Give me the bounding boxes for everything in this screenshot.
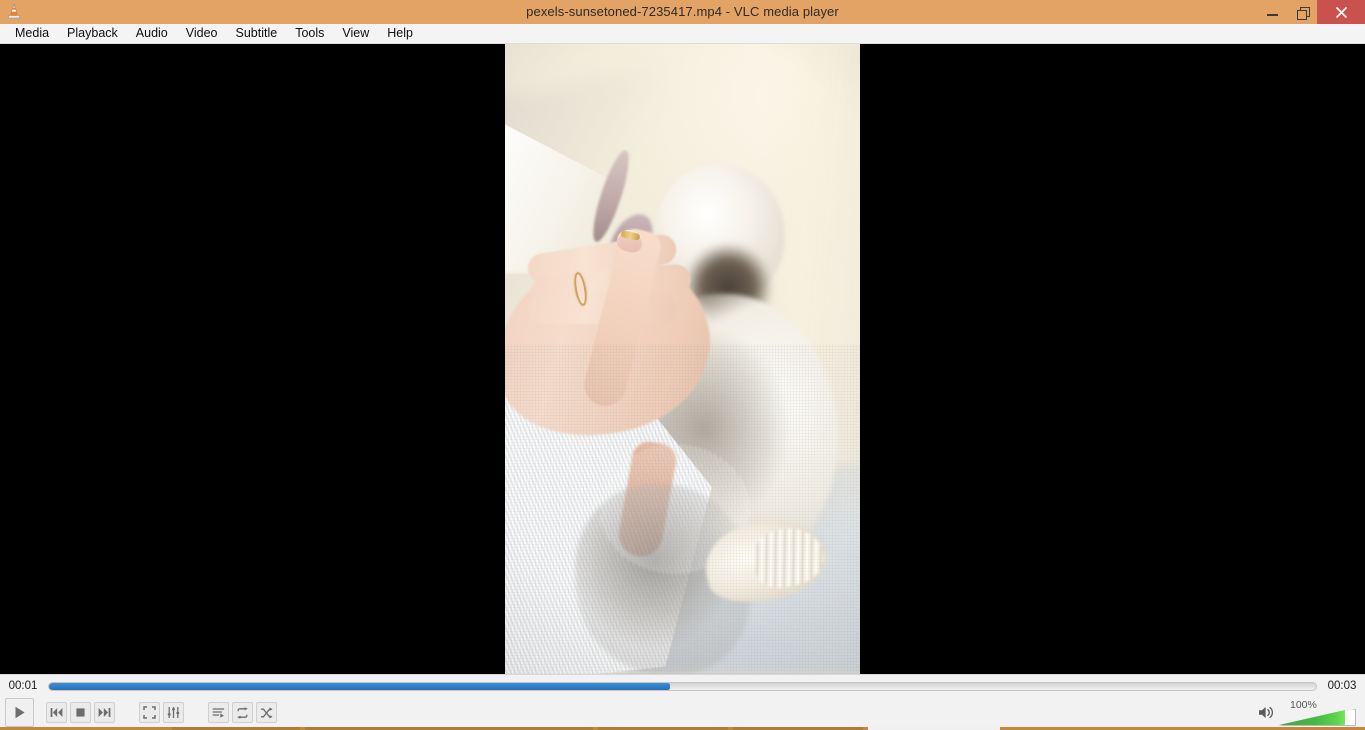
close-icon (1335, 6, 1347, 18)
menu-item-subtitle[interactable]: Subtitle (227, 24, 287, 43)
total-time: 00:03 (1327, 680, 1357, 692)
next-icon (98, 708, 111, 717)
video-frame[interactable] (505, 44, 860, 674)
speaker-icon (1259, 706, 1274, 719)
window-title: pexels-sunsetoned-7235417.mp4 - VLC medi… (526, 4, 839, 19)
restore-icon (1296, 6, 1310, 20)
shuffle-button[interactable] (256, 702, 277, 723)
previous-icon (50, 708, 63, 717)
fullscreen-button[interactable] (139, 702, 160, 723)
play-button[interactable] (5, 698, 34, 727)
menu-item-audio[interactable]: Audio (127, 24, 177, 43)
close-button[interactable] (1317, 0, 1365, 24)
seek-row: 00:01 00:03 (0, 677, 1365, 695)
menu-item-media[interactable]: Media (6, 24, 58, 43)
menu-bar: Media Playback Audio Video Subtitle Tool… (0, 24, 1365, 44)
playlist-icon (212, 707, 225, 718)
transport-controls: 100% (0, 697, 1365, 728)
extended-settings-button[interactable] (163, 702, 184, 723)
menu-item-tools[interactable]: Tools (286, 24, 333, 43)
menu-item-video[interactable]: Video (177, 24, 227, 43)
seek-progress-fill (49, 682, 670, 690)
minimize-button[interactable] (1257, 0, 1287, 24)
speaker-button[interactable] (1258, 705, 1275, 725)
previous-button[interactable] (46, 702, 67, 723)
stop-icon (76, 708, 85, 717)
title-bar[interactable]: pexels-sunsetoned-7235417.mp4 - VLC medi… (0, 0, 1365, 24)
volume-fill (1279, 710, 1345, 725)
menu-item-playback[interactable]: Playback (58, 24, 127, 43)
playlist-button[interactable] (208, 702, 229, 723)
video-surface[interactable] (0, 44, 1365, 674)
control-bar: 00:01 00:03 100% (0, 674, 1365, 727)
volume-controls: 100% (1258, 697, 1365, 728)
seek-slider[interactable] (48, 681, 1317, 691)
elapsed-time: 00:01 (8, 680, 38, 692)
menu-item-help[interactable]: Help (378, 24, 422, 43)
fullscreen-icon (143, 706, 156, 719)
minimize-icon (1266, 13, 1278, 16)
video-vignette (505, 44, 860, 674)
play-icon (15, 706, 25, 719)
menu-item-view[interactable]: View (333, 24, 378, 43)
vlc-cone-icon (5, 3, 23, 21)
volume-slider[interactable]: 100% (1278, 699, 1356, 728)
restore-button[interactable] (1287, 0, 1317, 24)
volume-percent-label: 100% (1290, 699, 1317, 711)
loop-button[interactable] (232, 702, 253, 723)
next-button[interactable] (94, 702, 115, 723)
stop-button[interactable] (70, 702, 91, 723)
equalizer-icon (167, 707, 180, 718)
loop-icon (237, 706, 248, 719)
shuffle-icon (261, 707, 273, 718)
